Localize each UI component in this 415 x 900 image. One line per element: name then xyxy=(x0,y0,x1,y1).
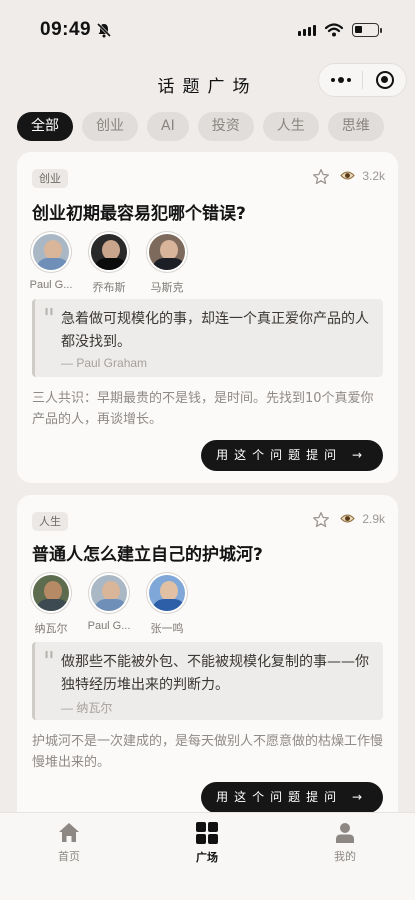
tabbar-label: 首页 xyxy=(58,850,80,863)
tab-life[interactable]: 人生 xyxy=(262,112,319,141)
star-icon[interactable] xyxy=(312,168,330,186)
tab-all[interactable]: 全部 xyxy=(17,112,73,141)
topic-card[interactable]: 人生 2.9k 普通人怎么建立自己的护城河? 纳瓦尔 Paul G... 张一鸣… xyxy=(17,495,398,812)
person-item[interactable]: 乔布斯 xyxy=(88,232,130,295)
home-icon xyxy=(59,823,79,842)
wifi-icon xyxy=(325,23,343,37)
bell-off-icon xyxy=(96,22,112,38)
star-icon[interactable] xyxy=(312,511,330,529)
person-name: 张一鸣 xyxy=(150,623,184,635)
person-name: 乔布斯 xyxy=(92,282,126,294)
profile-icon xyxy=(336,823,354,843)
avatar xyxy=(147,232,187,272)
tabbar-label: 我的 xyxy=(334,850,356,863)
cellular-signal-icon xyxy=(298,25,316,36)
ask-question-button[interactable]: 用这个问题提问 → xyxy=(201,782,383,812)
grid-icon xyxy=(196,822,218,844)
avatar xyxy=(147,573,187,613)
miniprogram-capsule xyxy=(318,63,407,97)
tab-startup[interactable]: 创业 xyxy=(82,112,138,141)
view-count: 3.2k xyxy=(362,169,385,183)
tab-investing[interactable]: 投资 xyxy=(197,112,254,141)
person-name: 纳瓦尔 xyxy=(34,623,68,635)
quote-mark-icon: " xyxy=(43,647,55,677)
quote-author: — 纳瓦尔 xyxy=(61,701,113,715)
person-list: 纳瓦尔 Paul G... 张一鸣 xyxy=(30,573,188,636)
bottom-tab-bar: 首页 广场 我的 xyxy=(0,812,415,900)
topic-title[interactable]: 创业初期最容易犯哪个错误? xyxy=(32,199,246,224)
quote-mark-icon: " xyxy=(43,304,55,334)
topic-tag: 人生 xyxy=(32,512,68,531)
tab-thinking[interactable]: 思维 xyxy=(327,112,384,141)
avatar xyxy=(89,232,129,272)
person-name: Paul G... xyxy=(29,279,73,291)
topic-tag: 创业 xyxy=(32,169,68,188)
person-name: 马斯克 xyxy=(150,282,184,294)
avatar xyxy=(31,232,71,272)
person-item[interactable]: 张一鸣 xyxy=(146,573,188,636)
status-bar: 09:49 xyxy=(0,0,415,62)
eye-icon xyxy=(340,514,355,523)
view-count: 2.9k xyxy=(362,512,385,526)
quote-author: — Paul Graham xyxy=(61,356,148,370)
quote-block: " 急着做可规模化的事，却连一个真正爱你产品的人都没找到。 — Paul Gra… xyxy=(32,299,383,377)
topic-summary: 护城河不是一次建成的，是每天做别人不愿意做的枯燥工作慢慢堆出来的。 xyxy=(32,734,384,770)
topic-summary: 三人共识：早期最贵的不是钱，是时间。先找到10个真爱你产品的人，再谈增长。 xyxy=(32,391,374,427)
topic-feed[interactable]: 创业 3.2k 创业初期最容易犯哪个错误? Paul G... 乔布斯 马斯克 … xyxy=(0,150,415,812)
topic-card[interactable]: 创业 3.2k 创业初期最容易犯哪个错误? Paul G... 乔布斯 马斯克 … xyxy=(17,152,398,483)
tabbar-square[interactable]: 广场 xyxy=(167,822,247,865)
tabbar-label: 广场 xyxy=(196,851,218,864)
topic-title[interactable]: 普通人怎么建立自己的护城河? xyxy=(32,540,263,565)
battery-icon xyxy=(352,23,382,37)
person-list: Paul G... 乔布斯 马斯克 xyxy=(30,232,188,295)
person-name: Paul G... xyxy=(87,620,131,632)
tabbar-home[interactable]: 首页 xyxy=(29,822,109,864)
tabbar-profile[interactable]: 我的 xyxy=(305,822,385,864)
person-item[interactable]: Paul G... xyxy=(88,573,130,636)
tab-ai[interactable]: AI xyxy=(147,112,189,141)
avatar xyxy=(31,573,71,613)
status-time: 09:49 xyxy=(40,19,92,40)
more-options-icon[interactable] xyxy=(319,64,362,96)
avatar xyxy=(89,573,129,613)
person-item[interactable]: Paul G... xyxy=(30,232,72,295)
eye-icon xyxy=(340,171,355,180)
ask-question-button[interactable]: 用这个问题提问 → xyxy=(201,440,383,471)
person-item[interactable]: 纳瓦尔 xyxy=(30,573,72,636)
close-miniprogram-icon[interactable] xyxy=(363,64,406,96)
person-item[interactable]: 马斯克 xyxy=(146,232,188,295)
quote-block: " 做那些不能被外包、不能被规模化复制的事——你独特经历堆出来的判断力。 — 纳… xyxy=(32,642,383,720)
quote-text: 做那些不能被外包、不能被规模化复制的事——你独特经历堆出来的判断力。 xyxy=(61,654,369,693)
category-tabs: 全部 创业 AI 投资 人生 思维 xyxy=(17,112,384,141)
quote-text: 急着做可规模化的事，却连一个真正爱你产品的人都没找到。 xyxy=(61,311,369,350)
